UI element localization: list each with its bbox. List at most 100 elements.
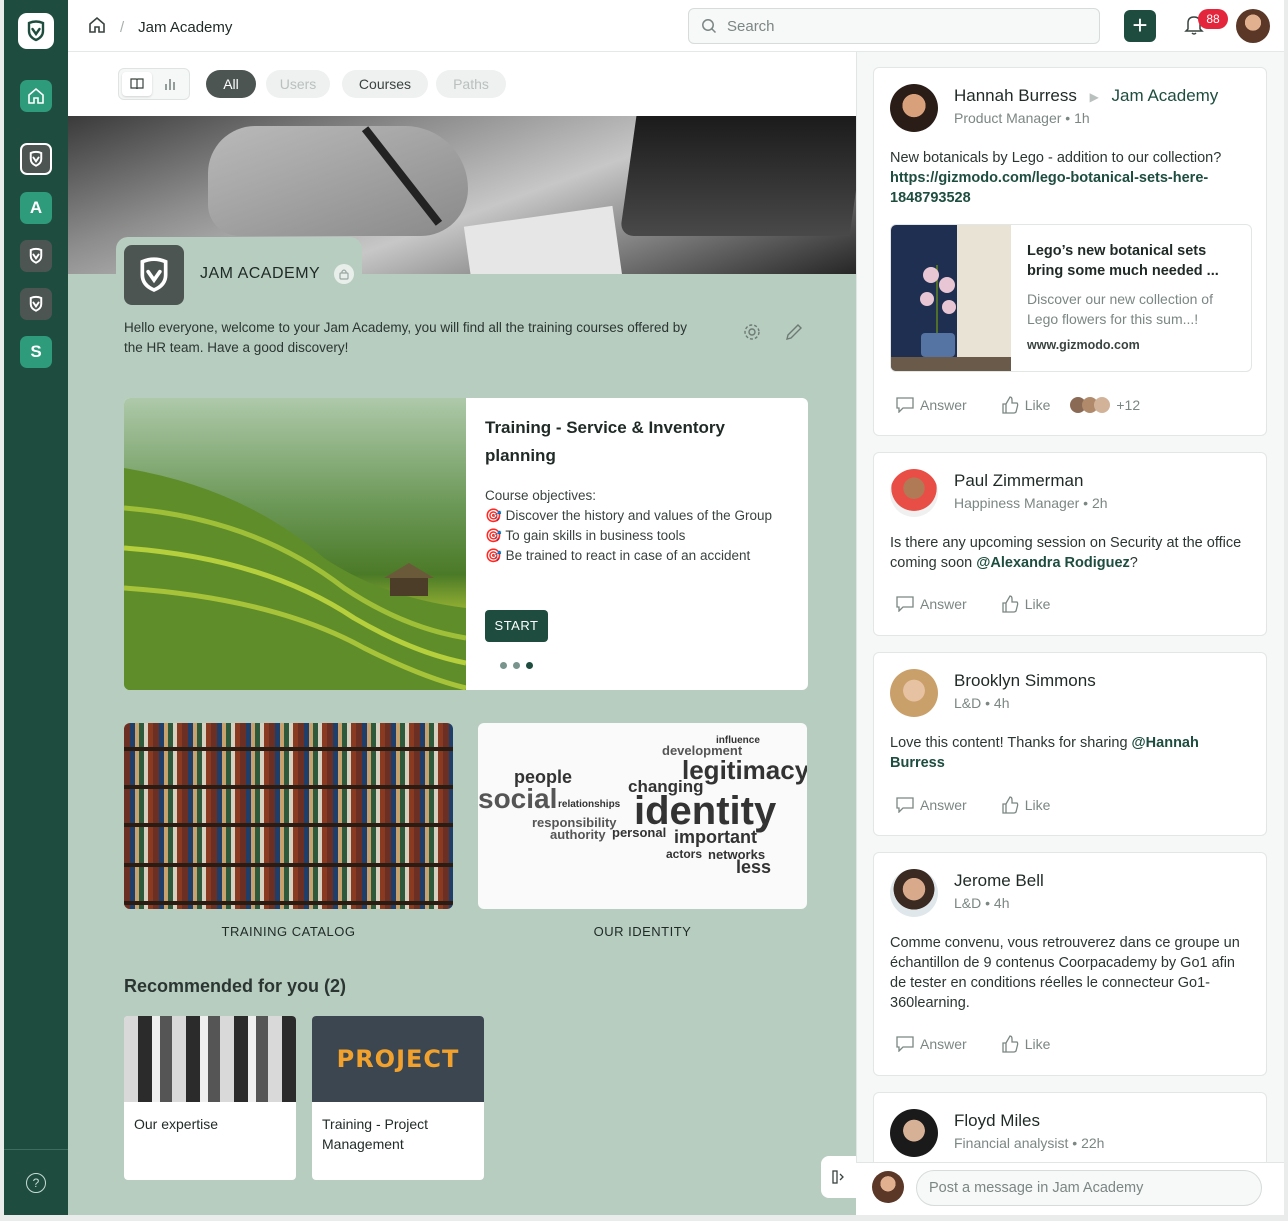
filter-users[interactable]: Users <box>266 70 330 98</box>
avatar[interactable] <box>890 869 938 917</box>
like-button[interactable]: Like <box>1001 595 1050 613</box>
author-role: L&D • 4h <box>954 695 1010 711</box>
recommended-card[interactable]: Our expertise <box>124 1016 296 1180</box>
main-content: All Users Courses Paths JAM ACADEMY Hell… <box>68 52 856 1215</box>
filter-all[interactable]: All <box>206 70 256 98</box>
user-avatar[interactable] <box>1236 9 1270 43</box>
space-jam-3[interactable] <box>20 288 52 320</box>
post-message-input[interactable]: Post a message in Jam Academy <box>916 1170 1262 1206</box>
our-identity-tile[interactable]: legitimacy identity social people changi… <box>478 723 807 909</box>
pencil-icon[interactable] <box>784 322 804 347</box>
preview-image <box>891 225 1011 371</box>
mention[interactable]: @Alexandra Rodiguez <box>976 555 1130 571</box>
post-text: Love this content! Thanks for sharing @H… <box>890 733 1246 773</box>
training-catalog-label[interactable]: TRAINING CATALOG <box>124 924 453 939</box>
author-role: Product Manager • 1h <box>954 110 1090 126</box>
cloud-word: relationships <box>558 799 621 810</box>
breadcrumb-separator: / <box>120 18 125 36</box>
objective-item: 🎯 Discover the history and values of the… <box>485 506 785 526</box>
answer-label: Answer <box>920 596 967 612</box>
preview-description: Discover our new collection of Lego flow… <box>1027 291 1213 327</box>
avatar[interactable] <box>890 84 938 132</box>
avatar[interactable] <box>890 669 938 717</box>
answer-button[interactable]: Answer <box>896 595 967 613</box>
author-name[interactable]: Hannah Burress <box>954 86 1077 105</box>
activity-feed: Hannah Burress ▶ Jam Academy Product Man… <box>856 52 1284 1162</box>
banner-paper <box>463 205 623 274</box>
space-description: Hello everyone, welcome to your Jam Acad… <box>124 320 688 355</box>
our-identity-label[interactable]: OUR IDENTITY <box>478 924 807 939</box>
author-role: Happiness Manager • 2h <box>954 495 1108 511</box>
left-rail: A S ? <box>4 0 68 1215</box>
objective-text: Discover the history and values of the G… <box>505 508 772 523</box>
arrow-right-icon: ▶ <box>1089 90 1099 104</box>
filter-paths[interactable]: Paths <box>436 70 506 98</box>
notification-badge: 88 <box>1198 9 1228 29</box>
start-button[interactable]: START <box>485 610 548 642</box>
space-jam-2[interactable] <box>20 240 52 272</box>
author-name[interactable]: Brooklyn Simmons <box>954 671 1096 691</box>
author-name[interactable]: Floyd Miles <box>954 1111 1040 1131</box>
likers[interactable]: +12 <box>1070 396 1140 414</box>
help-icon[interactable]: ? <box>26 1173 46 1193</box>
cloud-word: changing <box>628 777 704 796</box>
recommended-label: Our expertise <box>134 1116 219 1132</box>
carousel-dot[interactable] <box>500 662 507 669</box>
search-input[interactable]: Search <box>688 8 1100 44</box>
breadcrumb-current[interactable]: Jam Academy <box>138 19 232 36</box>
space-a[interactable]: A <box>20 192 52 224</box>
cloud-word: influence <box>716 735 760 746</box>
like-button[interactable]: Like <box>1001 796 1050 814</box>
home-icon[interactable] <box>88 16 106 38</box>
post-actions: Answer Like <box>896 796 1050 814</box>
answer-button[interactable]: Answer <box>896 1035 967 1053</box>
comment-icon <box>896 596 914 612</box>
stats-icon[interactable] <box>156 72 186 96</box>
recommended-image <box>124 1016 296 1102</box>
cloud-word: actors <box>666 847 703 861</box>
target-icon: 🎯 <box>485 548 502 563</box>
banner-laptop <box>619 116 856 236</box>
recommended-label: Training - Project Management <box>322 1116 429 1152</box>
answer-button[interactable]: Answer <box>896 796 967 814</box>
filter-courses[interactable]: Courses <box>342 70 428 98</box>
author-name[interactable]: Paul Zimmerman <box>954 471 1083 491</box>
collapse-panel-icon[interactable] <box>821 1156 856 1198</box>
carousel-dot[interactable] <box>513 662 520 669</box>
post-text: Comme convenu, vous retrouverez dans ce … <box>890 935 1240 1011</box>
home-icon[interactable] <box>20 80 52 112</box>
target-icon: 🎯 <box>485 528 502 543</box>
space-jam-academy[interactable] <box>20 143 52 175</box>
space-s[interactable]: S <box>20 336 52 368</box>
space-letter: S <box>30 342 42 361</box>
recommended-card[interactable]: PROJECT Training - Project Management <box>312 1016 484 1180</box>
feed-post: Hannah Burress ▶ Jam Academy Product Man… <box>873 67 1267 436</box>
like-button[interactable]: Like <box>1001 396 1051 414</box>
post-author[interactable]: Hannah Burress ▶ Jam Academy <box>954 86 1218 106</box>
avatar[interactable] <box>890 1109 938 1157</box>
gear-icon[interactable] <box>742 322 762 347</box>
carousel-dot[interactable] <box>526 662 533 669</box>
objective-text: To gain skills in business tools <box>505 528 686 543</box>
carousel-dots <box>500 662 533 669</box>
answer-button[interactable]: Answer <box>896 396 967 414</box>
liker-avatar <box>1094 397 1111 413</box>
jam-logo-icon[interactable] <box>18 13 54 49</box>
search-icon <box>702 19 717 34</box>
post-link[interactable]: https://gizmodo.com/lego-botanical-sets-… <box>890 170 1208 206</box>
space-logo <box>124 245 184 305</box>
create-button[interactable]: + <box>1124 10 1156 42</box>
author-name[interactable]: Jerome Bell <box>954 871 1044 891</box>
cloud-word: personal <box>612 825 667 840</box>
featured-course-card[interactable]: Training - Service & Inventory planning … <box>124 398 808 690</box>
like-label: Like <box>1024 397 1051 413</box>
like-button[interactable]: Like <box>1001 1035 1050 1053</box>
avatar[interactable] <box>890 469 938 517</box>
post-target[interactable]: Jam Academy <box>1112 86 1219 105</box>
book-icon[interactable] <box>122 72 152 96</box>
preview-title: Lego’s new botanical sets bring some muc… <box>1027 243 1219 279</box>
training-catalog-tile[interactable] <box>124 723 453 909</box>
thumbs-up-icon <box>1002 796 1019 814</box>
link-preview[interactable]: Lego’s new botanical sets bring some muc… <box>890 224 1252 372</box>
post-text: New botanicals by Lego - addition to our… <box>890 148 1246 208</box>
